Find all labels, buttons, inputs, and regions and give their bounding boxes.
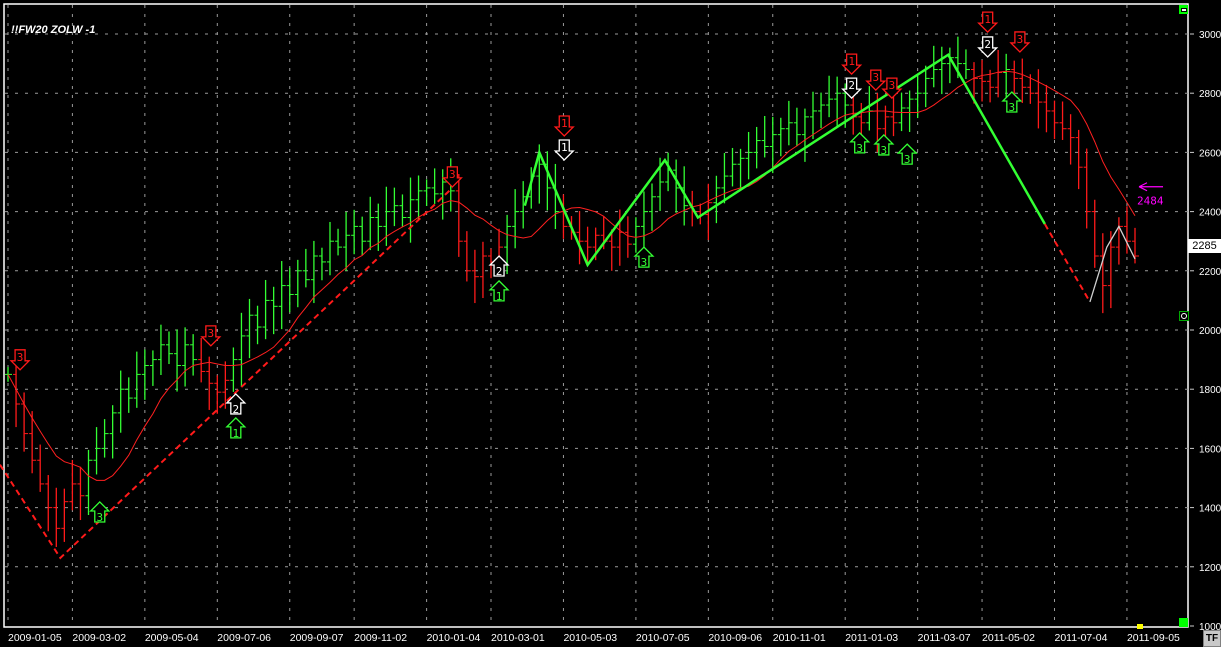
y-tick-label: 1400 [1199,504,1221,515]
signal-label: 2 [984,38,991,51]
x-tick-label: 2011-05-02 [982,632,1035,644]
x-tick-label: 2009-05-04 [145,632,199,644]
x-tick-label: 2010-09-06 [708,632,762,644]
x-axis: 2009-01-05 2009-03-02 2009-05-04 2009-07-06… [8,632,1180,644]
signal-label: 3 [1009,101,1016,114]
time-cursor-marker[interactable] [1137,624,1143,629]
signal-label: 3 [881,144,888,157]
x-tick-label: 2009-03-02 [72,632,126,644]
signal-label: 3 [1017,33,1024,46]
x-tick-label: 2011-03-07 [918,632,971,644]
signal-label: 1 [984,13,991,26]
x-tick-label: 2010-07-05 [636,632,690,644]
x-tick-label: 2009-07-06 [217,632,271,644]
x-tick-label: 2009-09-07 [290,632,344,644]
signal-label: 1 [561,117,568,130]
x-tick-label: 2010-05-03 [563,632,617,644]
y-tick-label: 2000 [1199,326,1221,337]
x-tick-label: 2011-01-03 [845,632,898,644]
x-tick-label: 2009-01-05 [8,632,62,644]
signal-label: 3 [872,71,879,84]
y-axis: 1000120014001600180020002200240026002800… [1190,30,1221,633]
signal-label: 3 [641,256,648,269]
signal-label: 3 [904,153,911,166]
signal-label: 3 [96,511,103,524]
target-value: 2484 [1137,195,1164,208]
x-tick-label: 2011-09-05 [1127,632,1180,644]
signal-label: 2 [496,265,503,278]
signal-label: 1 [496,290,503,303]
y-tick-label: 2600 [1199,148,1221,159]
signal-label: 3 [889,79,896,92]
circle-icon [1181,313,1187,319]
y-tick-label: 1200 [1199,563,1221,574]
signal-label: 1 [848,55,855,68]
signal-label: 1 [561,141,568,154]
y-tick-label: 2800 [1199,89,1221,100]
x-tick-label: 2010-03-01 [491,632,545,644]
y-tick-label: 2200 [1199,267,1221,278]
target-marker: 2484 [1137,182,1164,208]
y-tick-label: 3000 [1199,30,1221,41]
scale-handle[interactable] [1179,311,1189,321]
scroll-bottom-button[interactable] [1179,618,1188,627]
signal-label: 1 [233,427,240,440]
signal-label: 3 [208,327,215,340]
last-price-label: 2285 [1188,239,1221,253]
signal-label: 2 [233,403,240,416]
minimize-icon [1181,8,1187,12]
signal-label: 3 [856,142,863,155]
y-tick-label: 2400 [1199,208,1221,219]
y-tick-label: 1600 [1199,444,1221,455]
x-tick-label: 2009-11-02 [354,632,407,644]
scroll-top-button[interactable] [1179,5,1188,14]
y-tick-label: 1800 [1199,385,1221,396]
x-tick-label: 2010-01-04 [427,632,481,644]
x-tick-label: 2011-07-04 [1055,632,1108,644]
price-chart[interactable]: 1000120014001600180020002200240026002800… [0,0,1221,647]
signal-label: 3 [449,168,456,181]
signal-label: 2 [848,79,855,92]
timeframe-button[interactable]: TF [1203,630,1221,647]
x-tick-label: 2010-11-01 [773,632,826,644]
signal-label: 3 [17,351,24,364]
chart-title: !!FW20 ZOLW -1 [11,24,96,36]
